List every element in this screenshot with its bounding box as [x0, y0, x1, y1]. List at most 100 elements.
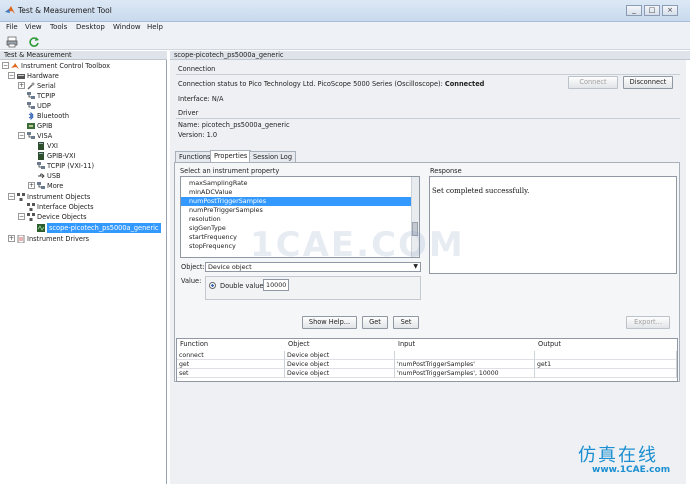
- tab-session-log[interactable]: Session Log: [249, 151, 297, 162]
- menu-help[interactable]: Help: [147, 23, 163, 31]
- scope-icon: [37, 224, 45, 232]
- maximize-button[interactable]: □: [644, 5, 660, 16]
- table-cell: [535, 369, 677, 378]
- tree-label: VXI: [47, 142, 58, 150]
- toolbar: [0, 34, 690, 50]
- right-panel-title: scope-picotech_ps5000a_generic: [174, 51, 284, 59]
- close-button[interactable]: ×: [662, 5, 678, 16]
- collapse-icon[interactable]: −: [18, 213, 25, 220]
- connection-heading: Connection: [178, 65, 216, 73]
- table-cell: Device object: [285, 360, 395, 369]
- bluetooth-icon: [28, 112, 34, 120]
- menu-file[interactable]: File: [6, 23, 18, 31]
- tree-label: USB: [47, 172, 61, 180]
- collapse-icon[interactable]: −: [8, 72, 15, 79]
- tree-label: GPIB: [37, 122, 53, 130]
- toolbox-icon: [11, 63, 19, 69]
- tree-label: Bluetooth: [37, 112, 70, 120]
- divider: [176, 118, 680, 119]
- tree-label: TCPIP (VXI-11): [47, 162, 95, 170]
- object-select-value: Device object: [208, 263, 252, 271]
- objects-icon: [17, 193, 25, 201]
- gpib-icon: [27, 123, 35, 129]
- print-icon[interactable]: [6, 36, 18, 48]
- tree-label-selected: scope-picotech_ps5000a_generic: [47, 223, 161, 233]
- show-help-button[interactable]: Show Help...: [302, 316, 357, 329]
- column-header-function[interactable]: Function: [180, 340, 208, 348]
- table-cell: get1: [535, 360, 677, 369]
- tab-functions[interactable]: Functions: [175, 151, 215, 162]
- instrument-tree: [0, 60, 167, 484]
- connect-button[interactable]: Connect: [568, 76, 618, 89]
- property-item-selected[interactable]: numPostTriggerSamples: [181, 197, 419, 206]
- column-header-output[interactable]: Output: [538, 340, 561, 348]
- tab-properties[interactable]: Properties: [210, 150, 252, 162]
- tree-label: Interface Objects: [37, 203, 94, 211]
- window-title: Test & Measurement Tool: [18, 6, 112, 15]
- connection-status-label: Connection status to Pico Technology Ltd…: [178, 80, 443, 88]
- tree-label: Hardware: [27, 72, 59, 80]
- table-cell: 'numPostTriggerSamples': [395, 360, 535, 369]
- tree-label: TCPIP: [37, 92, 56, 100]
- table-cell: [535, 351, 677, 360]
- menu-view[interactable]: View: [25, 23, 42, 31]
- brand-logo-text: 仿真在线: [578, 445, 658, 466]
- usb-icon: [38, 173, 45, 179]
- connection-status-value: Connected: [444, 80, 485, 88]
- table-cell: connect: [177, 351, 285, 360]
- get-button[interactable]: Get: [362, 316, 388, 329]
- property-item[interactable]: numPreTriggerSamples: [181, 206, 419, 215]
- driver-heading: Driver: [178, 109, 199, 117]
- tree-label: GPIB-VXI: [47, 152, 76, 160]
- tree-label: Serial: [37, 82, 56, 90]
- right-panel-header: scope-picotech_ps5000a_generic: [170, 51, 690, 60]
- vxi-icon: [38, 152, 44, 160]
- disconnect-button[interactable]: Disconnect: [623, 76, 673, 89]
- collapse-icon[interactable]: −: [8, 193, 15, 200]
- minimize-button[interactable]: _: [626, 5, 642, 16]
- table-cell: Device object: [285, 369, 395, 378]
- export-button[interactable]: Export...: [626, 316, 670, 329]
- collapse-icon[interactable]: −: [18, 132, 25, 139]
- expand-icon[interactable]: +: [28, 182, 35, 189]
- driver-name: Name: picotech_ps5000a_generic: [178, 121, 290, 129]
- interface-icon: [27, 203, 35, 211]
- column-header-object[interactable]: Object: [288, 340, 309, 348]
- property-item[interactable]: resolution: [181, 215, 419, 224]
- expand-icon[interactable]: +: [18, 82, 25, 89]
- driver-icon: [17, 235, 25, 243]
- property-item[interactable]: minADCValue: [181, 188, 419, 197]
- double-value-radio[interactable]: [209, 282, 216, 289]
- matlab-logo-icon: [5, 6, 15, 14]
- object-label: Object:: [181, 263, 205, 271]
- brand-url: www.1CAE.com: [592, 465, 671, 475]
- tree-label: Instrument Objects: [27, 193, 91, 201]
- table-cell: Device object: [285, 351, 395, 360]
- network-icon: [37, 182, 45, 189]
- menu-tools[interactable]: Tools: [50, 23, 67, 31]
- table-cell: get: [177, 360, 285, 369]
- table-cell: set: [177, 369, 285, 378]
- collapse-icon[interactable]: −: [2, 62, 9, 69]
- table-cell: [395, 351, 535, 360]
- expand-icon[interactable]: +: [8, 235, 15, 242]
- tree-label: More: [47, 182, 64, 190]
- watermark: 1CAE.COM: [250, 225, 465, 265]
- connection-status: Connection status to Pico Technology Ltd…: [178, 80, 484, 88]
- menu-desktop[interactable]: Desktop: [76, 23, 105, 31]
- vxi-icon: [38, 142, 44, 150]
- menu-window[interactable]: Window: [113, 23, 141, 31]
- refresh-icon[interactable]: [28, 36, 40, 48]
- visa-icon: [27, 132, 35, 139]
- property-item[interactable]: maxSamplingRate: [181, 179, 419, 188]
- tree-label: Instrument Drivers: [27, 235, 90, 243]
- column-header-input[interactable]: Input: [398, 340, 415, 348]
- left-panel-header: Test & Measurement: [0, 51, 167, 60]
- network-icon: [27, 102, 35, 109]
- network-icon: [37, 162, 45, 169]
- set-button[interactable]: Set: [393, 316, 419, 329]
- device-icon: [27, 213, 35, 221]
- double-value-label: Double value:: [220, 282, 266, 290]
- select-property-label: Select an instrument property: [180, 167, 280, 175]
- double-value-input[interactable]: 10000: [263, 279, 289, 291]
